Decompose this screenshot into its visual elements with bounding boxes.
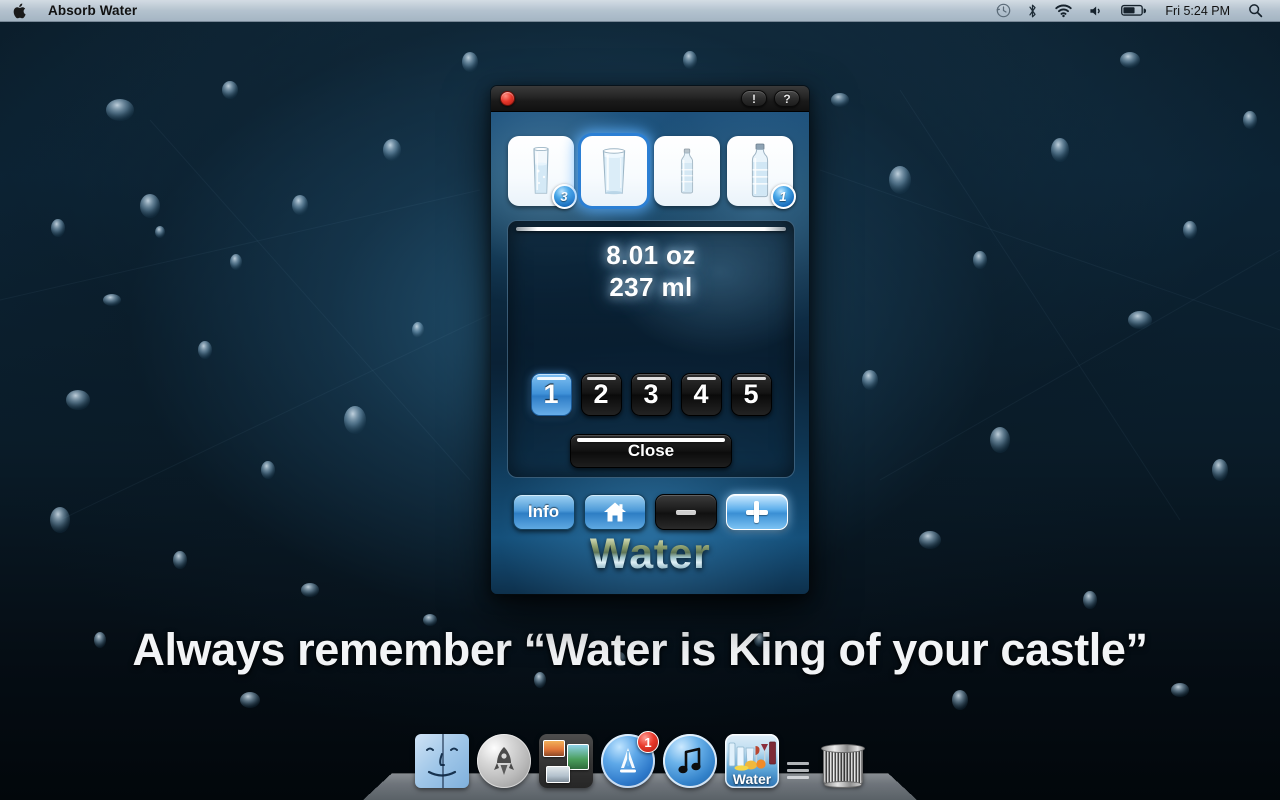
trash-rim <box>821 744 865 753</box>
home-icon <box>603 502 626 522</box>
home-button[interactable] <box>583 494 646 530</box>
menubar-app-title[interactable]: Absorb Water <box>37 0 148 21</box>
water-app-icon: Water <box>725 734 779 788</box>
minus-icon <box>675 509 696 515</box>
dock: 1 Water <box>363 713 917 800</box>
alert-button[interactable]: ! <box>741 90 767 107</box>
menubar-clock[interactable]: Fri 5:24 PM <box>1155 0 1240 21</box>
amount-ounces: 8.01 oz <box>606 240 696 270</box>
dock-item-app-store[interactable]: 1 <box>601 731 659 788</box>
increment-button[interactable] <box>725 494 788 530</box>
bluetooth-icon[interactable] <box>1019 0 1046 21</box>
desktop-tagline: Always remember “Water is King of your c… <box>132 624 1148 675</box>
photo-thumb <box>543 740 565 757</box>
window-body: 3 1 8.01 oz 237 ml 1 2 3 4 5 Close Info … <box>491 112 809 594</box>
desktop: Absorb Water Fri 5:24 PM ! ? 3 1 8.01 oz… <box>0 0 1280 800</box>
time-machine-icon[interactable] <box>988 0 1019 21</box>
dock-item-finder[interactable] <box>415 734 469 788</box>
help-button[interactable]: ? <box>774 90 800 107</box>
dock-separator <box>787 744 813 788</box>
dock-item-trash[interactable] <box>821 738 865 788</box>
iphoto-icon <box>539 734 593 788</box>
measurement-panel: 8.01 oz 237 ml 1 2 3 4 5 Close <box>507 220 795 478</box>
small-water-bottle-icon <box>680 148 693 194</box>
dock-items: 1 Water <box>363 731 917 788</box>
decrement-button[interactable] <box>654 494 717 530</box>
amount-display: 8.01 oz 237 ml <box>508 239 794 303</box>
quantity-button-1[interactable]: 1 <box>530 373 572 416</box>
wifi-icon[interactable] <box>1046 0 1081 21</box>
full-water-glass-icon <box>602 148 625 195</box>
finder-icon <box>415 734 469 788</box>
dock-item-water[interactable]: Water <box>725 734 779 788</box>
close-panel-button[interactable]: Close <box>570 434 732 468</box>
water-icon-label: Water <box>732 771 772 787</box>
trash-base <box>824 781 862 788</box>
dock-item-launchpad[interactable] <box>477 734 531 788</box>
volume-icon[interactable] <box>1081 0 1113 21</box>
quantity-button-5[interactable]: 5 <box>730 373 772 416</box>
itunes-icon <box>663 734 717 788</box>
container-badge: 1 <box>770 184 796 209</box>
large-water-bottle-icon <box>751 143 768 198</box>
menu-bar: Absorb Water Fri 5:24 PM <box>0 0 1280 22</box>
dock-item-itunes[interactable] <box>663 734 717 788</box>
panel-top-rule <box>516 227 786 231</box>
amount-milliliters: 237 ml <box>609 272 693 302</box>
container-button-tall-glass[interactable]: 3 <box>507 136 577 209</box>
photo-thumb <box>567 744 589 770</box>
photo-thumb <box>546 766 570 783</box>
close-window-button[interactable] <box>500 91 515 106</box>
container-button-small-bottle[interactable] <box>653 136 720 206</box>
container-badge: 3 <box>551 184 577 209</box>
apple-menu-icon[interactable] <box>0 0 37 21</box>
water-wordmark: Water <box>491 530 809 579</box>
window-titlebar[interactable]: ! ? <box>491 86 809 112</box>
plus-icon <box>745 501 768 523</box>
launchpad-icon <box>477 734 531 788</box>
info-button[interactable]: Info <box>512 494 575 530</box>
container-button-drinking-glass[interactable] <box>580 136 647 206</box>
container-selector: 3 1 <box>491 136 809 209</box>
battery-icon[interactable] <box>1113 0 1155 21</box>
absorb-water-window[interactable]: ! ? 3 1 8.01 oz 237 ml 1 2 3 4 5 Close I… <box>490 85 810 595</box>
app-store-badge: 1 <box>637 731 659 753</box>
tall-water-glass-icon <box>532 146 549 194</box>
container-button-large-bottle[interactable]: 1 <box>726 136 796 209</box>
window-toolbar: Info <box>491 494 809 530</box>
quantity-button-4[interactable]: 4 <box>680 373 722 416</box>
quantity-button-3[interactable]: 3 <box>630 373 672 416</box>
quantity-numpad: 1 2 3 4 5 <box>508 373 794 416</box>
search-icon[interactable] <box>1240 0 1271 21</box>
dock-item-iphoto[interactable] <box>539 734 593 788</box>
quantity-button-2[interactable]: 2 <box>580 373 622 416</box>
